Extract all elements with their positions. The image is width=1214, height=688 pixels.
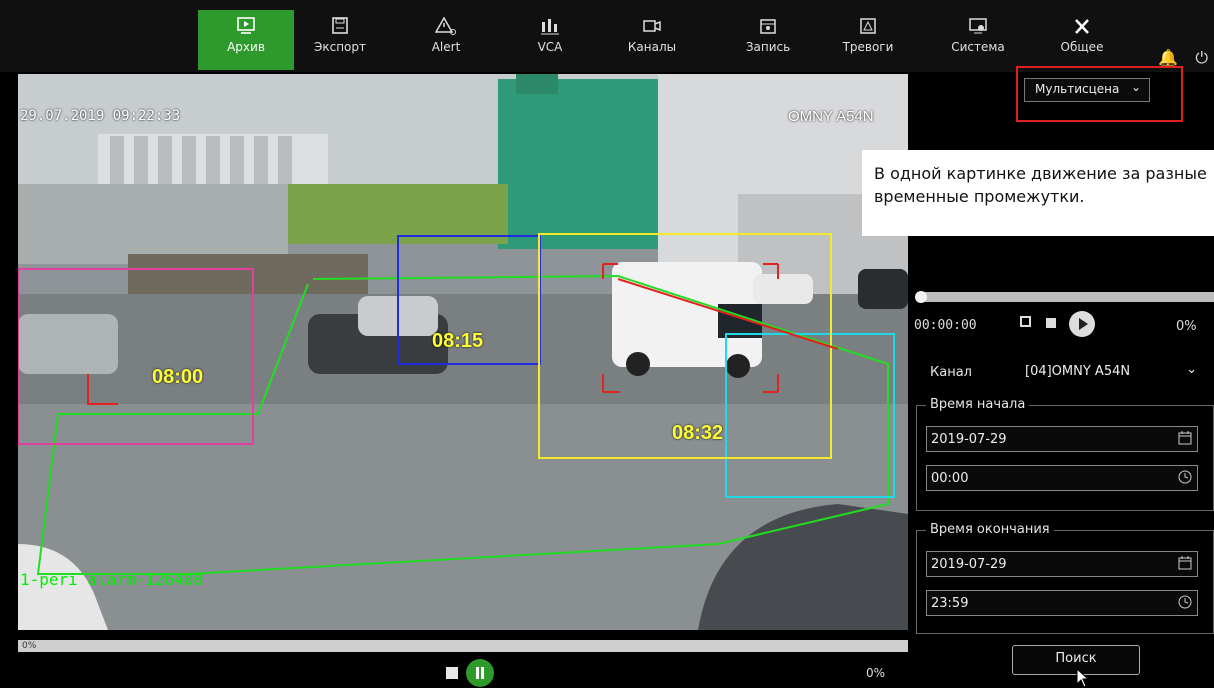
start-date-value: 2019-07-29	[931, 432, 1007, 447]
osd-timestamp: 29.07.2019 09:22:33	[20, 108, 181, 124]
start-time-group	[916, 405, 1214, 511]
tools-icon	[1075, 19, 1089, 34]
playback-percent: 0%	[866, 666, 886, 680]
alarm-icon	[860, 18, 876, 34]
video-player[interactable]: 29.07.2019 09:22:33 OMNY A54N 08:00 08:1…	[18, 74, 908, 630]
end-date-field[interactable]: 2019-07-29	[926, 551, 1198, 577]
time-label: 08:15	[432, 330, 484, 352]
nav-alarms[interactable]: Тревоги	[820, 10, 916, 70]
end-time-group	[916, 530, 1214, 634]
vca-icon	[541, 19, 559, 35]
nav-channels[interactable]: Каналы	[604, 10, 700, 70]
calendar-icon[interactable]	[1178, 556, 1192, 570]
system-icon	[969, 18, 987, 34]
time-label: 08:32	[672, 422, 724, 444]
highlight-box	[1016, 66, 1183, 122]
end-date-value: 2019-07-29	[931, 557, 1007, 572]
end-time-field[interactable]: 23:59	[926, 590, 1198, 616]
nav-system[interactable]: Система	[930, 10, 1026, 70]
nav-label: Тревоги	[842, 40, 894, 54]
start-time-field[interactable]: 00:00	[926, 465, 1198, 491]
nav-label: Система	[951, 40, 1005, 54]
nav-export[interactable]: Экспорт	[292, 10, 388, 70]
stop-button[interactable]	[446, 667, 458, 679]
save-icon	[332, 17, 348, 34]
timeline-handle[interactable]	[915, 291, 927, 303]
start-time-value: 00:00	[931, 471, 969, 486]
time-label: 08:00	[152, 366, 204, 388]
power-icon[interactable]: ⏻	[1195, 48, 1208, 67]
preview-play-button[interactable]	[1069, 311, 1095, 337]
pause-button[interactable]	[466, 659, 494, 687]
nav-label: Запись	[745, 40, 791, 54]
channel-select[interactable]: [04]OMNY A54N ⌄	[1017, 360, 1201, 384]
timeline-bar[interactable]	[917, 292, 1214, 302]
alert-icon	[435, 16, 456, 35]
nav-label: Экспорт	[313, 40, 367, 54]
nav-label: Alert	[431, 40, 461, 54]
clock-icon[interactable]	[1178, 470, 1192, 484]
preview-percent: 0%	[1176, 319, 1197, 334]
bell-icon[interactable]: 🔔	[1158, 48, 1178, 67]
record-icon	[760, 19, 776, 34]
start-date-field[interactable]: 2019-07-29	[926, 426, 1198, 452]
osd-camera-name: OMNY A54N	[788, 108, 874, 125]
end-time-value: 23:59	[931, 596, 969, 611]
preview-time: 00:00:00	[914, 318, 977, 333]
annotation-callout: В одной картинке движение за разные врем…	[862, 150, 1214, 236]
nav-vca[interactable]: VCA	[502, 10, 598, 70]
camera-icon	[643, 20, 661, 32]
nav-record[interactable]: Запись	[720, 10, 816, 70]
alarm-overlay-text: 1-peri alarm-126408	[20, 570, 204, 589]
nav-label: Общее	[1060, 40, 1104, 54]
start-time-title: Время начала	[926, 397, 1030, 412]
nav-label: Каналы	[627, 40, 677, 54]
calendar-icon[interactable]	[1178, 431, 1192, 445]
save-icon[interactable]	[1020, 316, 1031, 327]
channel-value: [04]OMNY A54N	[1025, 364, 1131, 379]
top-nav-bar: Архив Экспорт Alert VCA Каналы Запись Тр…	[0, 0, 1214, 72]
system-controls: 🔔 ⏻	[1158, 48, 1208, 68]
nav-archive[interactable]: Архив	[198, 10, 294, 70]
nav-label: VCA	[537, 40, 563, 54]
end-time-title: Время окончания	[926, 522, 1054, 537]
video-progress-bar[interactable]	[18, 640, 908, 652]
nav-general[interactable]: Общее	[1034, 10, 1130, 70]
chevron-down-icon: ⌄	[1186, 362, 1197, 377]
archive-icon	[237, 17, 255, 34]
nav-alert[interactable]: Alert	[398, 10, 494, 70]
clock-icon[interactable]	[1178, 595, 1192, 609]
nav-label: Архив	[227, 40, 265, 54]
channel-label: Канал	[930, 365, 972, 380]
mouse-cursor-icon	[1076, 668, 1090, 688]
preview-stop-button[interactable]	[1046, 318, 1056, 328]
progress-percent: 0%	[22, 641, 37, 651]
